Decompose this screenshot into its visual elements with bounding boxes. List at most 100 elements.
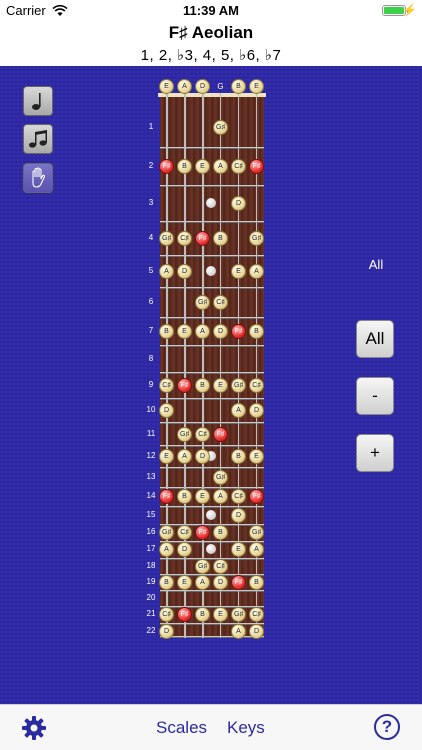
note-marker[interactable]: C♯: [195, 427, 210, 442]
fretboard-wood: [160, 93, 264, 638]
note-marker[interactable]: A: [213, 159, 228, 174]
note-marker[interactable]: A: [249, 264, 264, 279]
note-marker[interactable]: G♯: [195, 295, 210, 310]
note-marker[interactable]: G♯: [177, 427, 192, 442]
note-marker[interactable]: B: [231, 449, 246, 464]
note-marker[interactable]: A: [159, 542, 174, 557]
note-marker[interactable]: D: [159, 403, 174, 418]
hand-mode-button[interactable]: [23, 163, 53, 193]
fretboard-nut: [158, 93, 266, 97]
note-marker[interactable]: D: [231, 196, 246, 211]
minus-button[interactable]: -: [356, 377, 394, 415]
note-marker[interactable]: A: [249, 542, 264, 557]
note-marker[interactable]: A: [231, 403, 246, 418]
root-note-marker[interactable]: F♯: [195, 525, 210, 540]
note-marker[interactable]: E: [177, 324, 192, 339]
fret-number: 14: [146, 491, 156, 500]
single-note-mode-button[interactable]: [23, 86, 53, 116]
note-marker[interactable]: E: [231, 542, 246, 557]
note-marker[interactable]: B: [159, 575, 174, 590]
note-marker[interactable]: B: [195, 607, 210, 622]
root-note-marker[interactable]: F♯: [213, 427, 228, 442]
note-marker[interactable]: C♯: [213, 295, 228, 310]
note-marker[interactable]: C♯: [249, 607, 264, 622]
note-marker[interactable]: G♯: [159, 525, 174, 540]
note-marker[interactable]: C♯: [231, 489, 246, 504]
help-button[interactable]: ?: [374, 714, 400, 740]
note-marker[interactable]: G♯: [213, 470, 228, 485]
note-marker[interactable]: E: [195, 489, 210, 504]
note-marker[interactable]: B: [213, 525, 228, 540]
note-marker[interactable]: D: [213, 324, 228, 339]
root-note-marker[interactable]: F♯: [159, 159, 174, 174]
note-marker[interactable]: D: [213, 575, 228, 590]
note-marker[interactable]: E: [231, 264, 246, 279]
note-marker[interactable]: G♯: [159, 231, 174, 246]
note-marker[interactable]: C♯: [177, 231, 192, 246]
note-marker[interactable]: D: [231, 508, 246, 523]
note-marker[interactable]: B: [213, 231, 228, 246]
root-note-marker[interactable]: F♯: [231, 324, 246, 339]
note-marker[interactable]: G♯: [249, 525, 264, 540]
note-marker[interactable]: B: [159, 324, 174, 339]
note-marker[interactable]: C♯: [159, 378, 174, 393]
note-marker[interactable]: E: [213, 378, 228, 393]
note-marker[interactable]: E: [249, 449, 264, 464]
note-marker[interactable]: G♯: [213, 120, 228, 135]
note-marker[interactable]: E: [177, 575, 192, 590]
note-marker[interactable]: C♯: [159, 607, 174, 622]
note-marker[interactable]: C♯: [213, 559, 228, 574]
note-marker[interactable]: B: [249, 575, 264, 590]
root-note-marker[interactable]: F♯: [177, 378, 192, 393]
note-marker[interactable]: A: [195, 324, 210, 339]
root-note-marker[interactable]: F♯: [177, 607, 192, 622]
note-marker[interactable]: D: [249, 624, 264, 639]
note-marker[interactable]: E: [213, 607, 228, 622]
fret-number: 13: [146, 472, 156, 481]
fret-wire: [160, 317, 264, 319]
note-marker[interactable]: G♯: [231, 378, 246, 393]
note-marker[interactable]: C♯: [177, 525, 192, 540]
open-string-note[interactable]: B: [231, 79, 246, 94]
note-marker[interactable]: D: [159, 624, 174, 639]
note-marker[interactable]: C♯: [249, 378, 264, 393]
open-string-note[interactable]: E: [159, 79, 174, 94]
note-marker[interactable]: E: [195, 159, 210, 174]
note-marker[interactable]: G♯: [195, 559, 210, 574]
root-note-marker[interactable]: F♯: [249, 489, 264, 504]
root-note-marker[interactable]: F♯: [249, 159, 264, 174]
open-string-note[interactable]: E: [249, 79, 264, 94]
note-marker[interactable]: C♯: [231, 159, 246, 174]
open-string-note[interactable]: A: [177, 79, 192, 94]
note-marker[interactable]: B: [177, 159, 192, 174]
note-marker[interactable]: B: [177, 489, 192, 504]
note-marker[interactable]: A: [177, 449, 192, 464]
note-marker[interactable]: A: [231, 624, 246, 639]
note-marker[interactable]: D: [177, 542, 192, 557]
note-marker[interactable]: A: [195, 575, 210, 590]
fret-wire: [160, 541, 264, 543]
open-string-note[interactable]: D: [195, 79, 210, 94]
double-note-mode-button[interactable]: [23, 124, 53, 154]
note-marker[interactable]: D: [249, 403, 264, 418]
note-marker[interactable]: E: [159, 449, 174, 464]
fret-number: 3: [148, 198, 154, 207]
root-note-marker[interactable]: F♯: [231, 575, 246, 590]
note-marker[interactable]: B: [249, 324, 264, 339]
note-marker[interactable]: D: [177, 264, 192, 279]
root-note-marker[interactable]: F♯: [195, 231, 210, 246]
gear-icon[interactable]: [20, 714, 48, 747]
note-marker[interactable]: B: [195, 378, 210, 393]
all-button[interactable]: All: [356, 320, 394, 358]
fret-wire: [160, 487, 264, 489]
note-marker[interactable]: A: [213, 489, 228, 504]
scales-tab[interactable]: Scales: [156, 718, 207, 738]
fret-inlay: [206, 510, 216, 520]
note-marker[interactable]: A: [159, 264, 174, 279]
note-marker[interactable]: G♯: [249, 231, 264, 246]
plus-button[interactable]: +: [356, 434, 394, 472]
note-marker[interactable]: D: [195, 449, 210, 464]
root-note-marker[interactable]: F♯: [159, 489, 174, 504]
note-marker[interactable]: G♯: [231, 607, 246, 622]
keys-tab[interactable]: Keys: [227, 718, 265, 738]
